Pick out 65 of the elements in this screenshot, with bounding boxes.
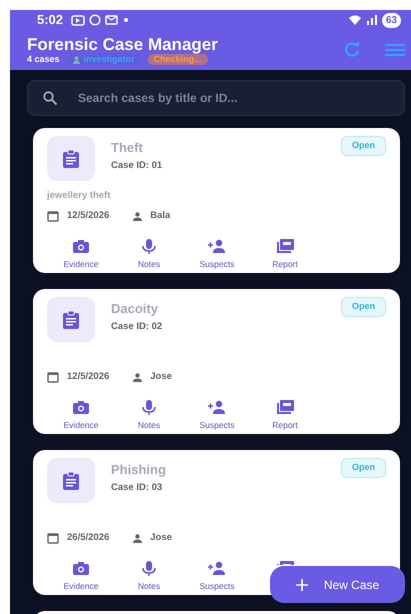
evidence-button[interactable]: Evidence [47,400,115,432]
case-id: Case ID: 01 [111,159,162,173]
case-officer: Jose [150,370,172,384]
person-icon [133,212,142,221]
suspects-button[interactable]: Suspects [183,561,251,593]
status-badge: Open [340,297,386,317]
microphone-icon [140,400,158,416]
status-badge: Open [340,458,386,478]
notes-button[interactable]: Notes [115,561,183,593]
case-count: 4 cases [27,54,60,65]
clipboard-icon [63,472,79,490]
case-title: Phishing [111,462,166,477]
plus-icon[interactable] [296,578,308,590]
documents-icon [276,400,294,416]
add-person-icon [208,400,226,416]
clipboard-icon [63,150,79,168]
case-card[interactable]: Theft Case ID: 01 Open jewellery theft 12/5/2026 Bala Evidence Notes Suspects Report [33,128,400,273]
search-field[interactable]: Search cases by title or ID... [27,80,405,116]
documents-icon [276,239,294,254]
person-icon [72,56,80,64]
new-case-button[interactable]: New Case [270,566,405,603]
case-date: 12/5/2026 [67,370,110,384]
case-officer: Bala [150,209,170,223]
suspects-button[interactable]: Suspects [183,400,251,432]
notes-button[interactable]: Notes [115,239,183,271]
person-icon [133,534,142,543]
notes-button[interactable]: Notes [115,400,183,432]
case-title: Theft [111,140,144,155]
sync-status-badge: Checking... [148,54,208,65]
camera-icon [72,400,90,416]
status-badge: Open [340,136,386,156]
evidence-button[interactable]: Evidence [47,239,115,271]
microphone-icon [140,239,158,254]
calendar-icon [47,372,59,383]
mail-notification-icon [105,15,118,25]
app-title: Forensic Case Manager [27,35,218,54]
case-date: 26/5/2026 [67,531,110,545]
role-text: investigator [84,54,135,65]
signal-icon [366,15,378,25]
status-time: 5:02 [37,11,64,30]
evidence-button[interactable]: Evidence [47,561,115,593]
person-icon [133,372,142,382]
case-id: Case ID: 02 [111,320,162,334]
camera-icon [72,239,90,254]
case-description: jewellery theft [47,190,110,201]
dot-icon [122,16,130,24]
case-title: Dacoity [111,301,159,316]
suspects-button[interactable]: Suspects [183,239,251,271]
report-button[interactable]: Report [251,400,319,432]
clipboard-icon [63,310,79,328]
add-person-icon [208,239,226,254]
battery-level: 63 [382,12,401,28]
camera-icon [72,561,90,576]
add-person-icon [208,561,226,576]
report-button[interactable]: Report [251,239,319,271]
case-card[interactable]: Dacoity Case ID: 02 Open 12/5/2026 Jose Evidence Notes Suspects Report [33,289,400,434]
calendar-icon [47,532,59,544]
case-date: 12/5/2026 [67,209,110,223]
calendar-icon [47,210,59,222]
case-officer: Jose [150,531,172,545]
play-notification-icon [71,14,86,26]
microphone-icon [140,561,158,576]
wifi-icon [348,15,362,25]
search-icon [43,91,57,105]
case-id: Case ID: 03 [111,481,164,495]
